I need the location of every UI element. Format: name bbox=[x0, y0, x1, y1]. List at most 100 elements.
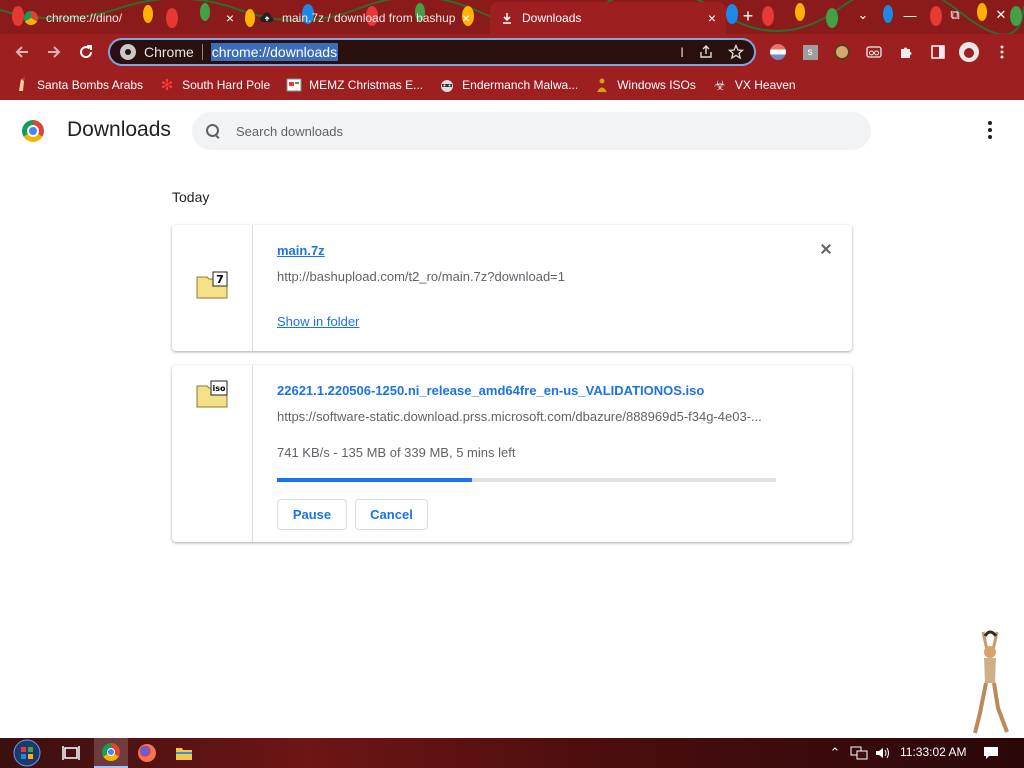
bookmark-santa-bombs-arabs[interactable]: Santa Bombs Arabs bbox=[14, 77, 143, 93]
taskbar-file-explorer[interactable] bbox=[167, 738, 201, 768]
chrome-logo-icon bbox=[22, 120, 44, 142]
close-window-button[interactable]: ✕ bbox=[981, 0, 1021, 30]
extension-flag-icon[interactable] bbox=[768, 42, 788, 62]
bookmark-vx-heaven[interactable]: ☣ VX Heaven bbox=[712, 77, 796, 93]
chrome-menu-icon[interactable] bbox=[992, 42, 1012, 62]
bookmark-windows-isos[interactable]: Windows ISOs bbox=[594, 77, 696, 93]
taskbar-clock[interactable]: 11:33:02 AM bbox=[900, 745, 967, 759]
download-progress-bar bbox=[277, 478, 776, 482]
network-icon[interactable] bbox=[850, 746, 868, 760]
forward-arrow-icon bbox=[48, 46, 61, 58]
bookmark-south-hard-pole[interactable]: ✻ South Hard Pole bbox=[159, 77, 271, 94]
forward-button[interactable] bbox=[42, 40, 66, 64]
extension-s-icon[interactable]: s bbox=[800, 42, 820, 62]
file-icon-column: iso bbox=[172, 365, 253, 542]
bookmark-label: South Hard Pole bbox=[182, 78, 271, 92]
upload-cloud-icon bbox=[260, 11, 274, 25]
iso-file-icon: iso bbox=[196, 380, 228, 408]
tab-bashupload[interactable]: main.7z / download from bashup × bbox=[250, 2, 480, 34]
chrome-icon bbox=[102, 743, 120, 761]
chrome-icon bbox=[24, 11, 38, 25]
firefox-icon bbox=[138, 744, 156, 762]
tab-search-button[interactable]: ⌄ bbox=[843, 0, 883, 30]
chrome-site-icon bbox=[120, 44, 136, 60]
buddha-icon bbox=[594, 77, 610, 93]
profile-avatar-icon[interactable] bbox=[959, 42, 979, 62]
show-hidden-icons-icon[interactable]: ⌃ bbox=[826, 745, 844, 761]
show-in-folder-link[interactable]: Show in folder bbox=[277, 314, 359, 329]
reload-icon bbox=[80, 45, 93, 59]
file-url: http://bashupload.com/t2_ro/main.7z?down… bbox=[277, 269, 565, 284]
memz-icon bbox=[286, 77, 302, 93]
browser-toolbar: Chrome chrome://downloads I s bbox=[0, 34, 1024, 70]
bookmark-memz-christmas[interactable]: MEMZ Christmas E... bbox=[286, 77, 423, 93]
download-status: 741 KB/s - 135 MB of 339 MB, 5 mins left bbox=[277, 445, 516, 460]
tab-dino[interactable]: chrome://dino/ × bbox=[14, 2, 244, 34]
minimize-button[interactable]: — bbox=[890, 0, 930, 30]
bookmark-endermanch-malware[interactable]: Endermanch Malwa... bbox=[439, 77, 578, 93]
page-title: Downloads bbox=[67, 118, 171, 141]
maximize-button[interactable]: ⧉ bbox=[935, 0, 975, 30]
close-tab-icon[interactable]: × bbox=[226, 10, 234, 26]
snowflake-icon: ✻ bbox=[160, 77, 174, 94]
dancing-figure-image bbox=[973, 630, 1009, 734]
santa-icon bbox=[14, 77, 30, 93]
downloads-header: Downloads bbox=[0, 100, 1024, 160]
taskbar-chrome[interactable] bbox=[94, 738, 128, 768]
action-center-button[interactable] bbox=[976, 738, 1006, 768]
file-url: https://software-static.download.prss.mi… bbox=[277, 409, 762, 424]
file-name-link[interactable]: main.7z bbox=[277, 243, 325, 258]
file-name-link[interactable]: 22621.1.220506-1250.ni_release_amd64fre_… bbox=[277, 383, 704, 398]
site-label: Chrome bbox=[144, 44, 194, 60]
extension-avatar-icon[interactable] bbox=[832, 42, 852, 62]
bookmark-star-icon[interactable] bbox=[728, 44, 744, 60]
title-bar: chrome://dino/ × main.7z / download from… bbox=[0, 0, 1024, 34]
side-panel-icon[interactable] bbox=[928, 42, 948, 62]
task-view-icon bbox=[62, 746, 80, 760]
raccoon-icon bbox=[439, 77, 455, 93]
back-arrow-icon bbox=[15, 46, 28, 58]
task-view-button[interactable] bbox=[54, 738, 88, 768]
bookmark-label: MEMZ Christmas E... bbox=[309, 78, 424, 92]
address-bar[interactable]: Chrome chrome://downloads I bbox=[108, 38, 756, 66]
date-heading: Today bbox=[172, 189, 210, 205]
download-item: 7 main.7z http://bashupload.com/t2_ro/ma… bbox=[172, 225, 852, 351]
extensions-puzzle-icon[interactable] bbox=[896, 42, 916, 62]
tab-title: Downloads bbox=[522, 11, 582, 25]
cancel-button[interactable]: Cancel bbox=[355, 499, 428, 530]
windows-taskbar: ⌃ 11:33:02 AM bbox=[0, 738, 1024, 768]
biohazard-icon: ☣ bbox=[713, 76, 727, 93]
omnibox-separator bbox=[201, 44, 203, 60]
close-tab-icon[interactable]: × bbox=[462, 10, 470, 26]
bookmark-label: Santa Bombs Arabs bbox=[37, 78, 144, 92]
reload-button[interactable] bbox=[74, 40, 98, 64]
search-icon bbox=[206, 124, 220, 138]
pause-button[interactable]: Pause bbox=[277, 499, 347, 530]
tab-downloads[interactable]: Downloads × bbox=[490, 2, 726, 34]
bookmark-label: VX Heaven bbox=[734, 78, 796, 92]
file-icon-column: 7 bbox=[172, 225, 253, 351]
back-button[interactable] bbox=[10, 40, 34, 64]
close-tab-icon[interactable]: × bbox=[708, 10, 716, 26]
remove-from-list-icon[interactable] bbox=[818, 241, 834, 257]
extension-glasses-icon[interactable] bbox=[864, 42, 884, 62]
windows-logo-icon bbox=[13, 739, 41, 767]
share-icon[interactable] bbox=[698, 44, 714, 60]
download-item: iso 22621.1.220506-1250.ni_release_amd64… bbox=[172, 365, 852, 542]
volume-icon[interactable] bbox=[874, 746, 892, 760]
search-box[interactable] bbox=[192, 112, 871, 150]
search-input[interactable] bbox=[236, 123, 836, 139]
new-tab-button[interactable]: + bbox=[738, 6, 758, 26]
bookmark-label: Windows ISOs bbox=[617, 78, 696, 92]
7z-file-icon: 7 bbox=[196, 271, 228, 299]
start-button[interactable] bbox=[10, 738, 44, 768]
tab-title: main.7z / download from bashup bbox=[282, 11, 456, 25]
text-cursor-icon: I bbox=[680, 44, 684, 60]
tab-title: chrome://dino/ bbox=[46, 11, 123, 25]
more-actions-menu-icon[interactable] bbox=[980, 118, 1000, 142]
system-tray: ⌃ bbox=[826, 738, 892, 768]
download-icon bbox=[500, 11, 514, 25]
taskbar-firefox[interactable] bbox=[130, 738, 164, 768]
url-text[interactable]: chrome://downloads bbox=[210, 43, 339, 61]
notification-icon bbox=[984, 747, 998, 759]
